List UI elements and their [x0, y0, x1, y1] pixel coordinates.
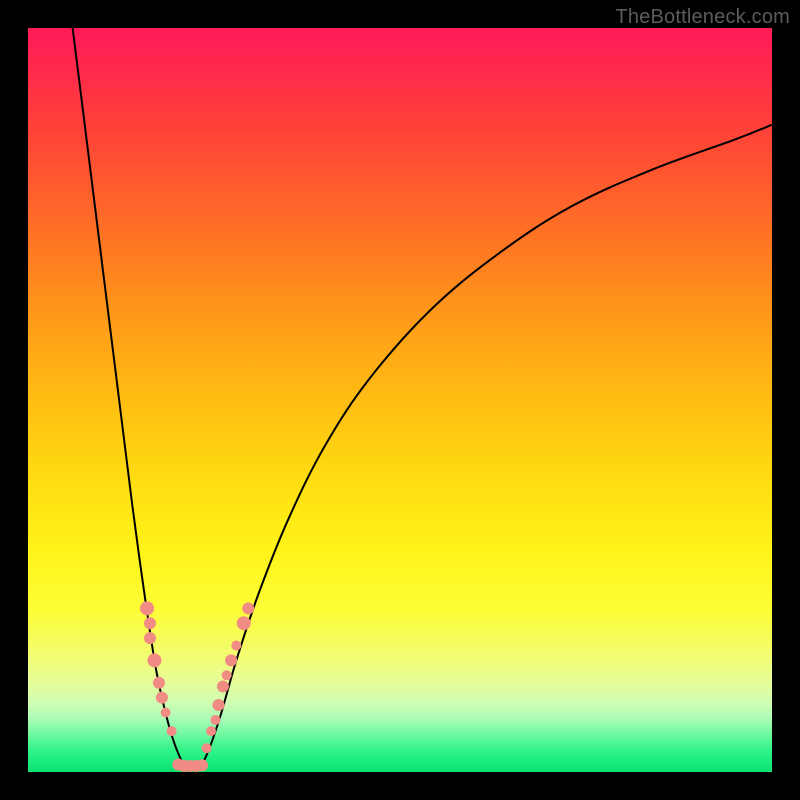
data-point: [210, 715, 220, 725]
data-point: [144, 617, 156, 629]
data-point: [222, 670, 232, 680]
data-point: [167, 726, 177, 736]
data-point: [217, 680, 229, 692]
data-point: [242, 602, 254, 614]
plot-area: [28, 28, 772, 772]
data-point: [231, 641, 241, 651]
data-point: [156, 692, 168, 704]
data-point: [212, 699, 224, 711]
data-point: [144, 632, 156, 644]
data-point: [161, 707, 171, 717]
data-point: [202, 743, 212, 753]
watermark-text: TheBottleneck.com: [615, 6, 790, 29]
chart-canvas: [28, 28, 772, 772]
data-point: [147, 653, 161, 667]
data-point: [153, 677, 165, 689]
data-point: [225, 654, 237, 666]
bottleneck-curve-left: [73, 28, 188, 771]
data-point: [140, 601, 154, 615]
bottleneck-curve-right: [198, 125, 772, 771]
chart-frame: TheBottleneck.com: [0, 0, 800, 800]
data-point: [237, 616, 251, 630]
data-point: [196, 759, 208, 771]
data-point: [206, 726, 216, 736]
